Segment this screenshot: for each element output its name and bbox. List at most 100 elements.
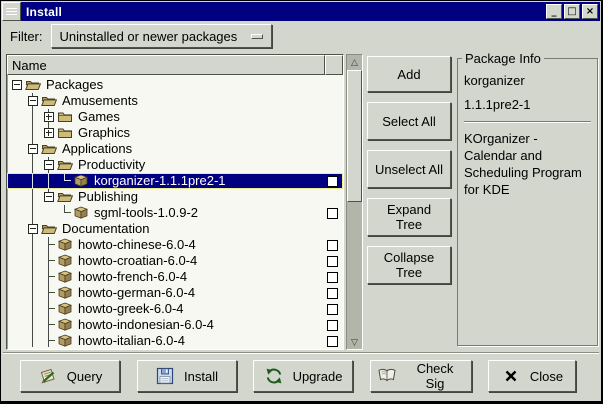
tree-row[interactable]: sgml-tools-1.0.9-2 bbox=[7, 205, 343, 221]
tree-row[interactable]: Productivity bbox=[7, 157, 343, 173]
window-menu-button[interactable] bbox=[2, 2, 21, 21]
tree-row[interactable]: Games bbox=[7, 109, 343, 125]
titlebar: Install _□× bbox=[2, 2, 600, 21]
tree-indent bbox=[9, 93, 41, 109]
tree-row[interactable]: Applications bbox=[7, 141, 343, 157]
package-icon bbox=[57, 301, 73, 317]
tree-row-label: howto-italian-6.0-4 bbox=[76, 333, 187, 347]
package-checkbox[interactable] bbox=[327, 320, 338, 331]
minimize-button[interactable]: _ bbox=[546, 4, 562, 19]
minimize-icon: _ bbox=[552, 6, 557, 17]
tree-indent bbox=[9, 189, 57, 205]
scrollbar-thumb[interactable] bbox=[347, 70, 362, 202]
package-icon bbox=[57, 253, 73, 269]
tree-row[interactable]: Amusements bbox=[7, 93, 343, 109]
package-icon bbox=[57, 317, 73, 333]
collapse-expander-icon[interactable] bbox=[41, 189, 57, 205]
titlebar-blue-area: Install _□× bbox=[21, 2, 600, 21]
tree-connector bbox=[41, 253, 57, 269]
tree-indent bbox=[9, 109, 57, 125]
scroll-up-button[interactable]: △ bbox=[347, 55, 362, 69]
filter-dropdown-value: Uninstalled or newer packages bbox=[60, 29, 238, 44]
tree-row[interactable]: howto-german-6.0-4 bbox=[7, 285, 343, 301]
package-icon bbox=[57, 269, 73, 285]
tree-row[interactable]: howto-indonesian-6.0-4 bbox=[7, 317, 343, 333]
collapse-expander-icon[interactable] bbox=[25, 221, 41, 237]
tree-row-label: Packages bbox=[44, 77, 105, 93]
tree-row[interactable]: howto-italian-6.0-4 bbox=[7, 333, 343, 347]
package-icon bbox=[57, 285, 73, 301]
tree-row-label: howto-german-6.0-4 bbox=[76, 285, 197, 301]
close-x-icon bbox=[501, 366, 521, 386]
collapse-expander-icon[interactable] bbox=[9, 77, 25, 93]
expand-expander-icon[interactable] bbox=[41, 125, 57, 141]
filter-label: Filter: bbox=[10, 29, 43, 44]
tree-indent bbox=[9, 125, 57, 141]
package-checkbox[interactable] bbox=[327, 304, 338, 315]
close-button[interactable]: × bbox=[582, 4, 598, 19]
tree-indent bbox=[9, 173, 73, 189]
folder-open-icon bbox=[57, 157, 73, 173]
folder-open-icon bbox=[41, 221, 57, 237]
package-description: KOrganizer - Calendar and Scheduling Pro… bbox=[464, 130, 591, 198]
package-info-panel: Package Info korganizer 1.1.1pre2-1 KOrg… bbox=[457, 58, 598, 346]
folder-open-icon bbox=[41, 141, 57, 157]
scroll-down-button[interactable]: ▽ bbox=[347, 335, 362, 349]
floppy-icon bbox=[155, 366, 175, 386]
tree-connector bbox=[41, 333, 57, 347]
tree-indent bbox=[9, 205, 73, 221]
tree-indent bbox=[9, 269, 57, 285]
upgrade-arrows-icon bbox=[264, 366, 284, 386]
tree-header: Name bbox=[7, 55, 343, 75]
filter-dropdown[interactable]: Uninstalled or newer packages bbox=[51, 24, 273, 48]
package-checkbox[interactable] bbox=[327, 176, 338, 187]
bottom-bar: Query Install Upgrade Check Sig Close bbox=[1, 359, 601, 393]
expand-expander-icon[interactable] bbox=[41, 109, 57, 125]
expand-tree-button[interactable]: Expand Tree bbox=[367, 198, 451, 236]
tree-connector bbox=[41, 269, 57, 285]
package-version: 1.1.1pre2-1 bbox=[464, 97, 591, 112]
package-checkbox[interactable] bbox=[327, 288, 338, 299]
package-checkbox[interactable] bbox=[327, 240, 338, 251]
package-checkbox[interactable] bbox=[327, 256, 338, 267]
bottom-separator bbox=[3, 352, 599, 354]
package-checkbox[interactable] bbox=[327, 272, 338, 283]
tree-row[interactable]: korganizer-1.1.1pre2-1 bbox=[7, 173, 343, 189]
dropdown-indicator-icon bbox=[251, 34, 263, 39]
tree-row-label: Documentation bbox=[60, 221, 151, 237]
collapse-expander-icon[interactable] bbox=[25, 93, 41, 109]
tree-row[interactable]: howto-french-6.0-4 bbox=[7, 269, 343, 285]
package-checkbox[interactable] bbox=[327, 336, 338, 347]
tree-row[interactable]: Publishing bbox=[7, 189, 343, 205]
install-button[interactable]: Install bbox=[137, 360, 237, 392]
collapse-tree-button[interactable]: Collapse Tree bbox=[367, 246, 451, 284]
package-tree-panel: Name Packages Amusements Games Graphics … bbox=[6, 54, 344, 350]
package-checkbox[interactable] bbox=[327, 208, 338, 219]
unselect-all-button[interactable]: Unselect All bbox=[367, 150, 451, 188]
folder-closed-icon bbox=[57, 109, 73, 125]
folder-closed-icon bbox=[57, 125, 73, 141]
tree-connector bbox=[57, 173, 73, 189]
check-sig-button[interactable]: Check Sig bbox=[370, 360, 472, 392]
column-header-checkbox[interactable] bbox=[325, 55, 343, 75]
tree-row[interactable]: Packages bbox=[7, 77, 343, 93]
add-button[interactable]: Add bbox=[367, 56, 451, 92]
tree-row-label: howto-indonesian-6.0-4 bbox=[76, 317, 216, 333]
query-button[interactable]: Query bbox=[20, 360, 120, 392]
tree-row[interactable]: howto-chinese-6.0-4 bbox=[7, 237, 343, 253]
tree-row[interactable]: howto-greek-6.0-4 bbox=[7, 301, 343, 317]
folder-open-icon bbox=[41, 93, 57, 109]
tree-row-label: Amusements bbox=[60, 93, 140, 109]
collapse-expander-icon[interactable] bbox=[41, 157, 57, 173]
tree-row-label: Games bbox=[76, 109, 122, 125]
close-button[interactable]: Close bbox=[488, 360, 576, 392]
maximize-button[interactable]: □ bbox=[564, 4, 580, 19]
collapse-expander-icon[interactable] bbox=[25, 141, 41, 157]
tree-row[interactable]: Documentation bbox=[7, 221, 343, 237]
column-header-name[interactable]: Name bbox=[7, 55, 325, 75]
tree-row[interactable]: Graphics bbox=[7, 125, 343, 141]
tree-row[interactable]: howto-croatian-6.0-4 bbox=[7, 253, 343, 269]
select-all-button[interactable]: Select All bbox=[367, 102, 451, 140]
tree-connector bbox=[41, 301, 57, 317]
upgrade-button[interactable]: Upgrade bbox=[253, 360, 353, 392]
